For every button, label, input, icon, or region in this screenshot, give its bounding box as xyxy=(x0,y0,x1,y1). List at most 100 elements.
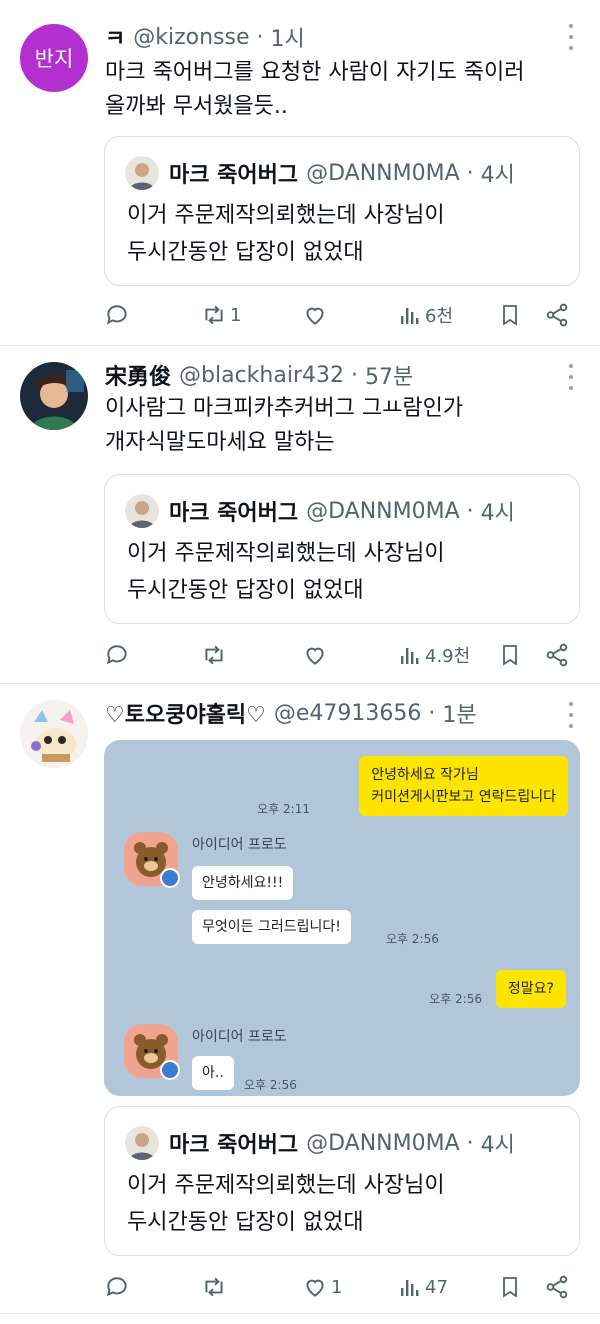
quoted-text-line: 두시간동안 답장이 없었대 xyxy=(127,240,364,265)
quoted-avatar xyxy=(125,1126,159,1160)
tweet-header: ㅋ @kizonsse · 1시 xyxy=(105,20,560,54)
more-options-icon[interactable] xyxy=(564,702,578,728)
quoted-avatar xyxy=(125,494,159,528)
views-count: 47 xyxy=(425,1276,448,1298)
quoted-tweet-header: 마크 죽어버그 @DANNM0MA · 4시 xyxy=(125,155,515,191)
reply-button[interactable] xyxy=(104,640,130,670)
bookmark-button[interactable] xyxy=(498,1272,522,1302)
tweet-header: 宋勇俊 @blackhair432 · 57분 xyxy=(105,358,560,392)
quoted-display-name: 마크 죽어버그 xyxy=(169,501,299,526)
separator-dot: · xyxy=(459,498,481,524)
views-button[interactable]: 4.9천 xyxy=(398,640,470,670)
more-options-icon[interactable] xyxy=(564,364,578,390)
quoted-text: 이거 주문제작의뢰했는데 사장님이 두시간동안 답장이 없었대 xyxy=(127,535,565,609)
share-button[interactable] xyxy=(544,300,570,330)
retweet-count: 1 xyxy=(230,304,242,326)
heart-icon xyxy=(306,1279,324,1297)
quoted-text-line: 두시간동안 답장이 없었대 xyxy=(127,578,364,603)
tweet-text-line: 올까봐 무서웠을듯.. xyxy=(105,94,288,119)
verified-badge-icon xyxy=(160,1060,180,1080)
chat-message-line: 커미션게시판보고 연락드립니다 xyxy=(371,789,556,805)
views-icon xyxy=(401,648,419,664)
tweet-time[interactable]: 57분 xyxy=(365,359,413,391)
like-button[interactable]: 1 xyxy=(302,1272,342,1302)
quoted-tweet-header: 마크 죽어버그 @DANNM0MA · 4시 xyxy=(125,493,515,529)
tweet-header: ♡토오쿵야홀릭♡ @e47913656 · 1분 xyxy=(105,696,560,730)
views-button[interactable]: 6천 xyxy=(398,300,453,330)
chat-message-received: 아.. xyxy=(192,1056,234,1090)
quoted-text: 이거 주문제작의뢰했는데 사장님이 두시간동안 답장이 없었대 xyxy=(127,197,565,271)
retweet-button[interactable] xyxy=(201,640,230,670)
retweet-button[interactable] xyxy=(201,1272,230,1302)
bookmark-icon xyxy=(503,645,517,666)
tweet-text: 마크 죽어버그를 요청한 사람이 자기도 죽이러 올까봐 무서웠을듯.. xyxy=(105,56,570,124)
quoted-tweet-header: 마크 죽어버그 @DANNM0MA · 4시 xyxy=(125,1125,515,1161)
separator-dot: · xyxy=(459,1130,481,1156)
quoted-tweet[interactable]: 마크 죽어버그 @DANNM0MA · 4시 이거 주문제작의뢰했는데 사장님이… xyxy=(104,136,580,286)
share-button[interactable] xyxy=(544,1272,570,1302)
retweet-icon xyxy=(205,305,223,325)
separator-dot: · xyxy=(249,24,271,50)
bookmark-icon xyxy=(503,305,517,326)
chat-screenshot-image[interactable]: 안녕하세요 작가님 커미션게시판보고 연락드립니다 오후 2:11 아이디어 프… xyxy=(104,740,580,1096)
heart-icon xyxy=(306,647,324,665)
tweet-time[interactable]: 1분 xyxy=(442,697,476,729)
retweet-icon xyxy=(205,645,223,665)
views-icon xyxy=(401,308,419,324)
quoted-handle: @DANNM0MA xyxy=(306,160,460,186)
user-handle[interactable]: @blackhair432 xyxy=(179,363,344,388)
views-count: 6천 xyxy=(425,306,454,327)
display-name[interactable]: ♡토오쿵야홀릭♡ xyxy=(105,697,266,729)
quoted-tweet[interactable]: 마크 죽어버그 @DANNM0MA · 4시 이거 주문제작의뢰했는데 사장님이… xyxy=(104,474,580,624)
share-icon xyxy=(546,643,568,667)
tweet-text-line: 이사람그 마크피카추커버그 그ㅛ람인가 xyxy=(105,396,464,421)
quoted-display-name: 마크 죽어버그 xyxy=(169,163,299,188)
quoted-text-line: 이거 주문제작의뢰했는데 사장님이 xyxy=(127,1173,445,1198)
reply-button[interactable] xyxy=(104,300,130,330)
avatar-text: 반지 xyxy=(34,47,74,71)
separator-dot: · xyxy=(421,700,443,726)
quoted-time: 4시 xyxy=(480,501,515,526)
quoted-time: 4시 xyxy=(480,1133,515,1158)
like-button[interactable] xyxy=(302,640,328,670)
chat-sender-name: 아이디어 프로도 xyxy=(192,1029,287,1045)
tweet: 宋勇俊 @blackhair432 · 57분 이사람그 마크피카추커버그 그ㅛ… xyxy=(0,346,600,684)
bookmark-button[interactable] xyxy=(498,640,522,670)
reply-button[interactable] xyxy=(104,1272,130,1302)
bookmark-icon xyxy=(503,1277,517,1298)
views-icon xyxy=(401,1280,419,1296)
views-button[interactable]: 47 xyxy=(398,1272,448,1302)
share-button[interactable] xyxy=(544,640,570,670)
like-button[interactable] xyxy=(302,300,328,330)
quoted-avatar xyxy=(125,156,159,190)
avatar[interactable] xyxy=(20,700,88,768)
quoted-tweet[interactable]: 마크 죽어버그 @DANNM0MA · 4시 이거 주문제작의뢰했는데 사장님이… xyxy=(104,1106,580,1256)
verified-badge-icon xyxy=(160,868,180,888)
tweet-text: 이사람그 마크피카추커버그 그ㅛ람인가 개자식말도마세요 말하는 xyxy=(105,392,570,460)
quoted-text: 이거 주문제작의뢰했는데 사장님이 두시간동안 답장이 없었대 xyxy=(127,1167,565,1241)
more-options-icon[interactable] xyxy=(564,24,578,50)
tweet-actions: 1 47 xyxy=(104,1272,574,1302)
display-name[interactable]: 宋勇俊 xyxy=(105,359,171,391)
quoted-time: 4시 xyxy=(480,163,515,188)
avatar[interactable] xyxy=(20,362,88,430)
retweet-button[interactable]: 1 xyxy=(201,300,241,330)
tweet-time[interactable]: 1시 xyxy=(271,21,305,53)
quoted-handle: @DANNM0MA xyxy=(306,1130,460,1156)
chat-timestamp: 오후 2:56 xyxy=(429,992,482,1006)
share-icon xyxy=(546,1275,568,1299)
chat-timestamp: 오후 2:11 xyxy=(257,802,310,816)
user-handle[interactable]: @e47913656 xyxy=(274,701,422,726)
quoted-display-name: 마크 죽어버그 xyxy=(169,1133,299,1158)
display-name[interactable]: ㅋ xyxy=(105,21,125,53)
chat-message-sent: 안녕하세요 작가님 커미션게시판보고 연락드립니다 xyxy=(359,756,568,816)
user-handle[interactable]: @kizonsse xyxy=(133,25,249,50)
views-count: 4.9천 xyxy=(425,646,471,667)
tweet: 반지 ㅋ @kizonsse · 1시 마크 죽어버그를 요청한 사람이 자기도… xyxy=(0,0,600,346)
share-icon xyxy=(546,303,568,327)
retweet-icon xyxy=(205,1277,223,1297)
quoted-handle: @DANNM0MA xyxy=(306,498,460,524)
avatar[interactable]: 반지 xyxy=(20,24,88,92)
heart-icon xyxy=(306,307,324,325)
bookmark-button[interactable] xyxy=(498,300,522,330)
